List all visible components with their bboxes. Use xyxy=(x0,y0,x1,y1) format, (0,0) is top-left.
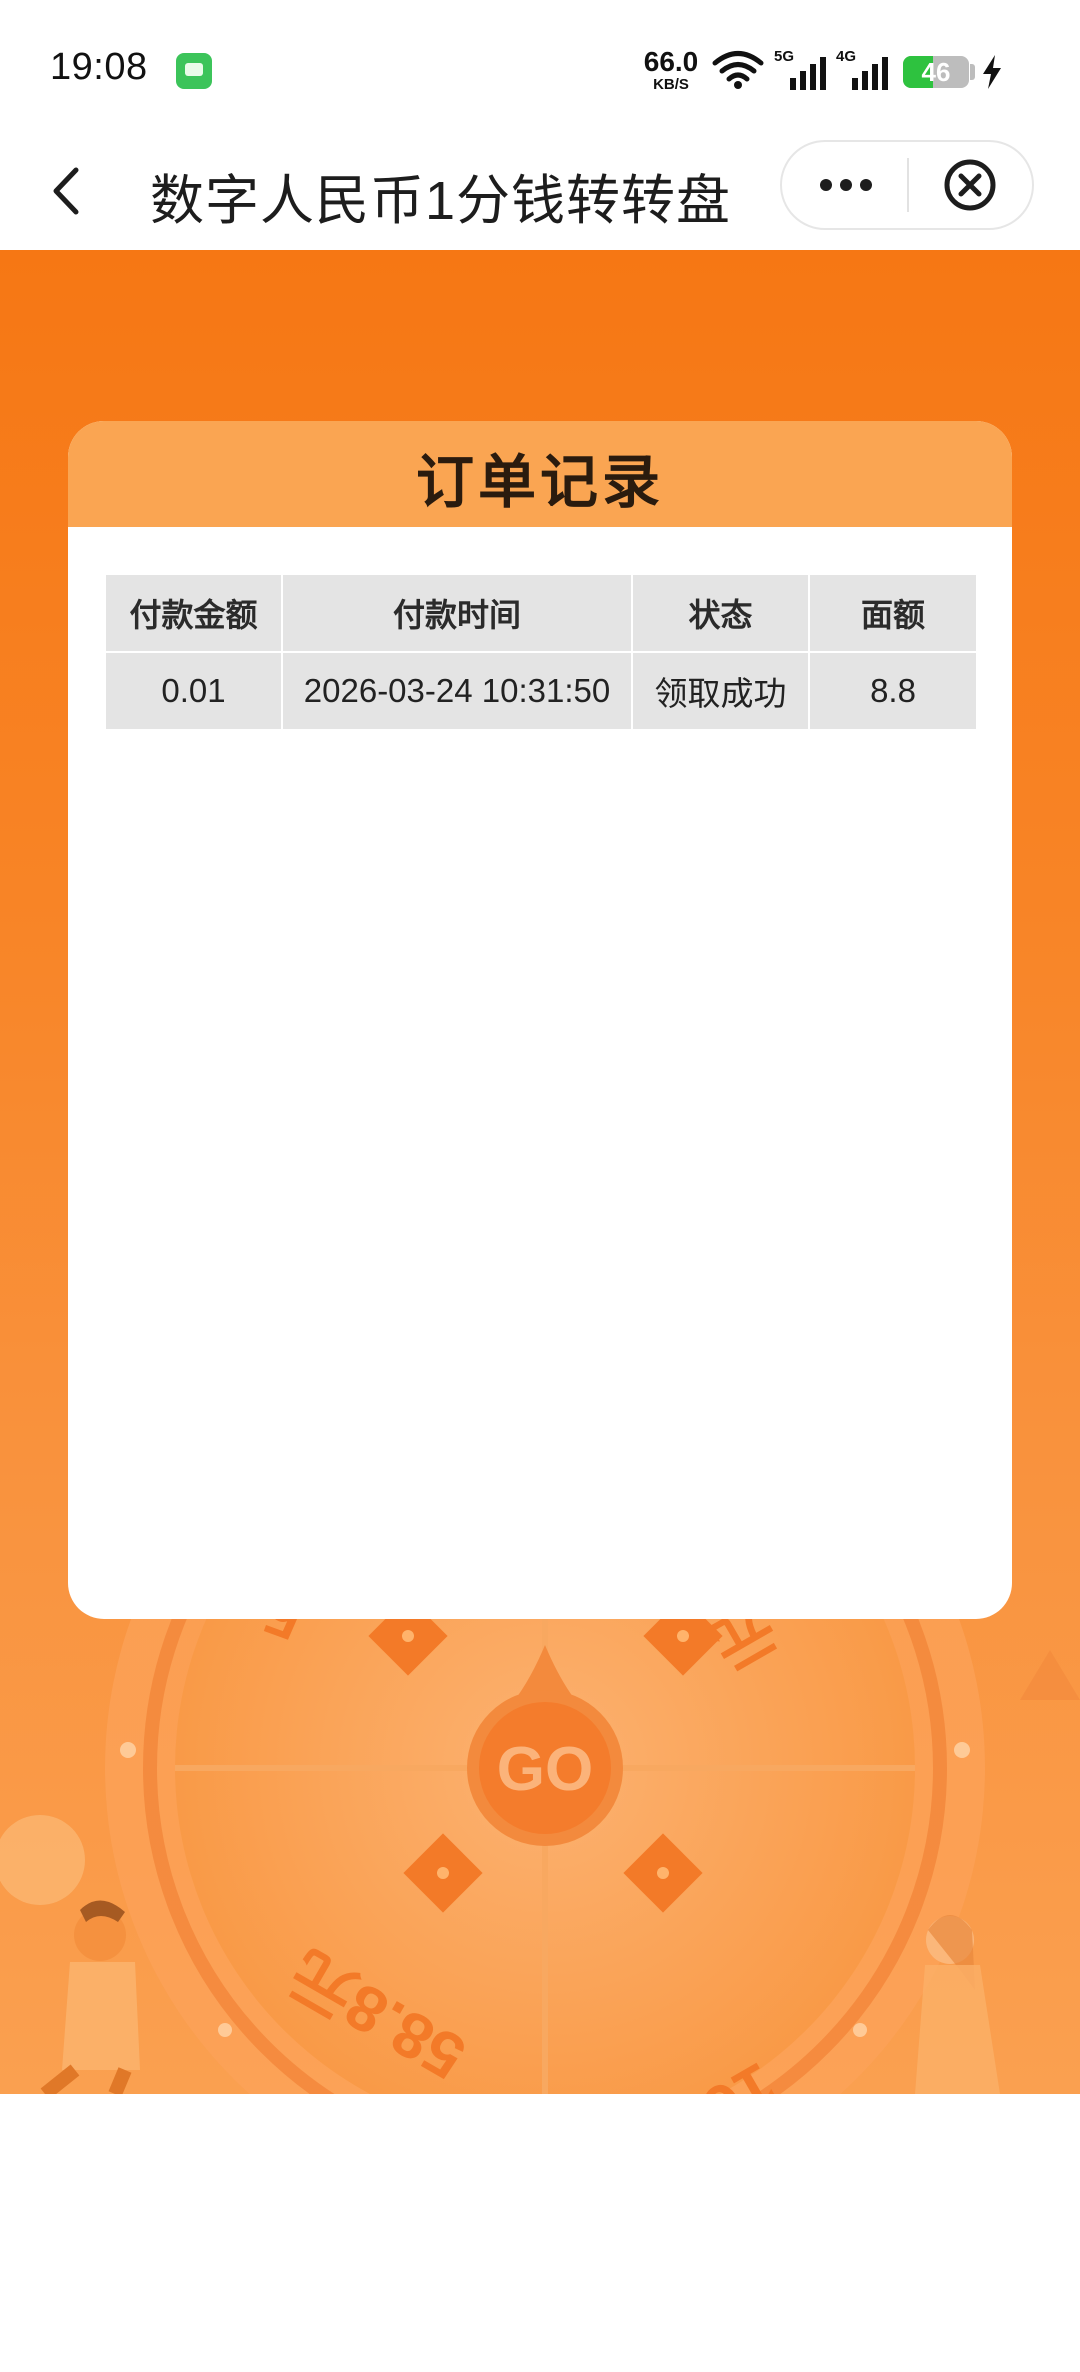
chevron-left-icon xyxy=(53,167,79,215)
modal-header: 订单记录 xyxy=(68,421,1012,527)
table-row: 0.01 2026-03-24 10:31:50 领取成功 8.8 xyxy=(104,651,978,731)
more-dots-icon xyxy=(820,179,872,191)
message-app-icon xyxy=(176,53,212,89)
order-table: 付款金额 付款时间 状态 面额 0.01 2026-03-24 10:31:50… xyxy=(104,573,978,731)
signal-bars-icon xyxy=(790,57,826,90)
lightning-bolt-icon xyxy=(983,55,1001,89)
status-time: 19:08 xyxy=(50,46,148,88)
modal-title: 订单记录 xyxy=(415,450,664,515)
header-status: 状态 xyxy=(631,573,810,653)
battery-level: 46 xyxy=(921,57,951,87)
capsule-divider xyxy=(907,158,909,212)
network-speed: 66.0 KB/S xyxy=(640,46,702,93)
order-record-modal: 订单记录 付款金额 付款时间 状态 面额 0.01 2026-03-24 10:… xyxy=(68,421,1012,1619)
battery-cap xyxy=(970,64,975,80)
header-payment-time: 付款时间 xyxy=(281,573,633,653)
circle-x-icon xyxy=(944,159,996,211)
battery-icon: 46 xyxy=(903,56,969,88)
header-payment-amount: 付款金额 xyxy=(104,573,283,653)
network-speed-value: 66.0 xyxy=(643,46,699,77)
more-button[interactable] xyxy=(782,142,906,228)
network-speed-unit: KB/S xyxy=(653,76,689,93)
mini-program-capsule xyxy=(780,140,1034,230)
nav-bar: 数字人民币1分钱转转盘 xyxy=(0,130,1080,250)
status-bar: 19:08 66.0 KB/S 5G 4G 46 xyxy=(0,0,1080,130)
table-header-row: 付款金额 付款时间 状态 面额 xyxy=(104,573,978,653)
back-button[interactable] xyxy=(36,156,106,226)
close-button[interactable] xyxy=(910,142,1034,228)
cell-face-value: 8.8 xyxy=(808,651,978,731)
page-title: 数字人民币1分钱转转盘 xyxy=(150,171,732,231)
wheel-go-label: GO xyxy=(497,1735,593,1804)
cell-status: 领取成功 xyxy=(631,651,810,731)
wifi-icon xyxy=(712,51,764,89)
cell-payment-time: 2026-03-24 10:31:50 xyxy=(281,651,633,731)
cell-payment-amount: 0.01 xyxy=(104,651,283,731)
signal-bars-icon xyxy=(852,57,888,90)
header-face-value: 面额 xyxy=(808,573,978,653)
